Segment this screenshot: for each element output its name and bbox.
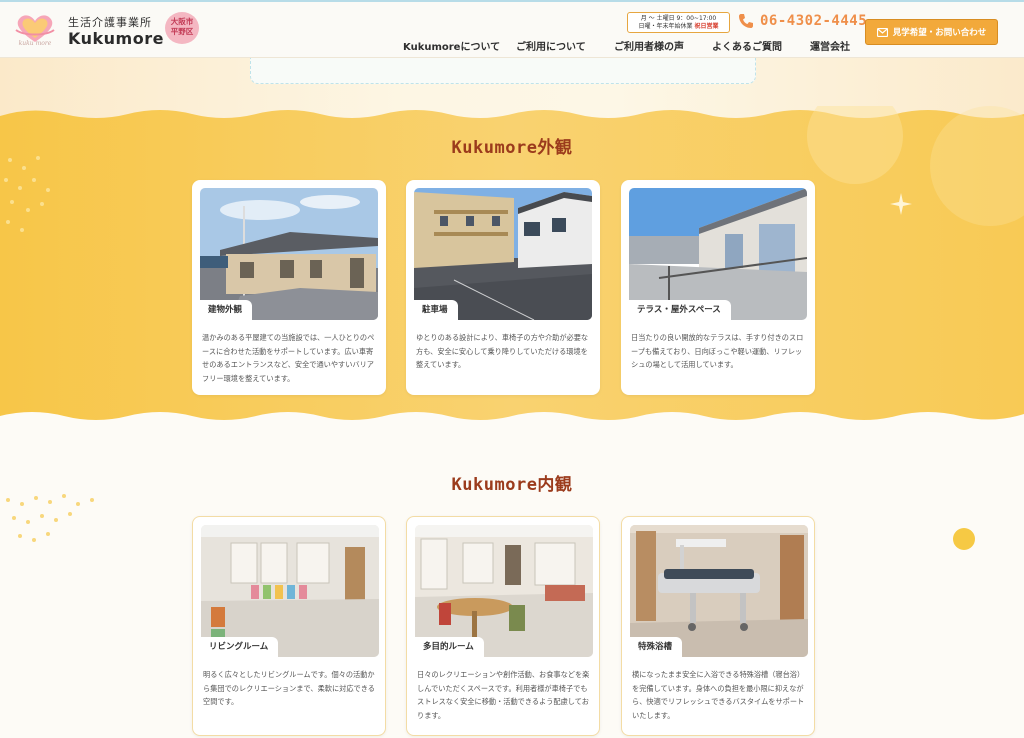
interior-section-title: Kukumore内観 [451, 475, 573, 495]
hours-closed: 日曜・年末年始休業 [638, 23, 693, 30]
hours-holiday-line: 日曜・年末年始休業 祝日営業 [628, 23, 729, 31]
exterior-card-parking: 駐車場 ゆとりのある設計により、車椅子の方や介助が必要な方も、安全に安心して乗り… [406, 180, 600, 395]
previous-section-card [250, 58, 756, 84]
business-hours: 月 ～ 土曜日 9：00~17:00 日曜・年末年始休業 祝日営業 [627, 12, 730, 33]
contact-button-label: 見学希望・お問い合わせ [892, 28, 987, 38]
site-header: kuku more 生活介護事業所 Kukumore 大阪市 平野区 月 ～ 土… [0, 0, 1024, 58]
hours-holiday-open: 祝日営業 [694, 23, 719, 30]
contact-button[interactable]: 見学希望・お問い合わせ [865, 19, 998, 45]
nav-item-company[interactable]: 運営会社 [810, 38, 850, 53]
card-tag: 駐車場 [414, 300, 458, 320]
logo-subtext: kuku more [18, 40, 52, 47]
card-description: 明るく広々としたリビングルームです。個々の活動から集団でのレクリエーションまで、… [203, 670, 375, 706]
card-tag: テラス・屋外スペース [629, 300, 731, 320]
card-tag: 特殊浴槽 [630, 637, 683, 657]
card-tag: リビングルーム [201, 637, 279, 657]
nav-item-faq[interactable]: よくあるご質問 [712, 38, 782, 53]
interior-card-multipurpose-room: 多目的ルーム 日々のレクリエーションや創作活動、お食事などを楽しんでいただくスペ… [406, 516, 600, 736]
card-description: 温かみのある平屋建ての当施設では、一人ひとりのペースに合わせた活動をサポートして… [202, 333, 375, 383]
card-tag: 建物外観 [200, 300, 253, 320]
exterior-card-building: 建物外観 温かみのある平屋建ての当施設では、一人ひとりのペースに合わせた活動をサ… [192, 180, 386, 395]
sparkle-icon [890, 193, 912, 215]
area-badge-line1: 大阪市 [170, 17, 194, 26]
card-description: 日当たりの良い開放的なテラスは、手すり付きのスロープも備えており、日向ぼっこや軽… [631, 333, 804, 369]
interior-card-special-bath: 特殊浴槽 横になったまま安全に入浴できる特殊浴槽（寝台浴）を完備しています。身体… [621, 516, 815, 736]
area-badge-line2: 平野区 [170, 27, 194, 36]
exterior-card-terrace: テラス・屋外スペース 日当たりの良い開放的なテラスは、手すり付きのスロープも備え… [621, 180, 815, 395]
nav-item-about[interactable]: Kukumoreについて [403, 38, 500, 53]
nav-item-usage[interactable]: ご利用について [516, 38, 586, 53]
exterior-section-title: Kukumore外観 [451, 138, 573, 158]
card-description: 日々のレクリエーションや創作活動、お食事などを楽しんでいただくスペースです。利用… [417, 670, 590, 720]
interior-card-living-room: リビングルーム 明るく広々としたリビングルームです。個々の活動から集団でのレクリ… [192, 516, 386, 736]
dot-pattern-bottom-left [6, 494, 94, 542]
brand-tagline: 生活介護事業所 [68, 16, 152, 29]
phone-number-link[interactable]: 06-4302-4445 [760, 13, 867, 29]
brand-name[interactable]: Kukumore [68, 29, 164, 48]
area-badge: 大阪市 平野区 [165, 12, 199, 44]
yellow-dot-decoration [953, 528, 975, 550]
hours-weekday: 月 ～ 土曜日 9：00~17:00 [640, 15, 717, 22]
dot-pattern-left [4, 156, 50, 232]
nav-item-voices[interactable]: ご利用者様の声 [614, 38, 684, 53]
mail-icon [876, 27, 888, 37]
card-description: ゆとりのある設計により、車椅子の方や介助が必要な方も、安全に安心して乗り降りして… [416, 333, 589, 369]
card-description: 横になったまま安全に入浴できる特殊浴槽（寝台浴）を完備しています。身体への負担を… [632, 670, 805, 720]
card-tag: 多目的ルーム [415, 637, 484, 657]
phone-icon [738, 13, 754, 29]
